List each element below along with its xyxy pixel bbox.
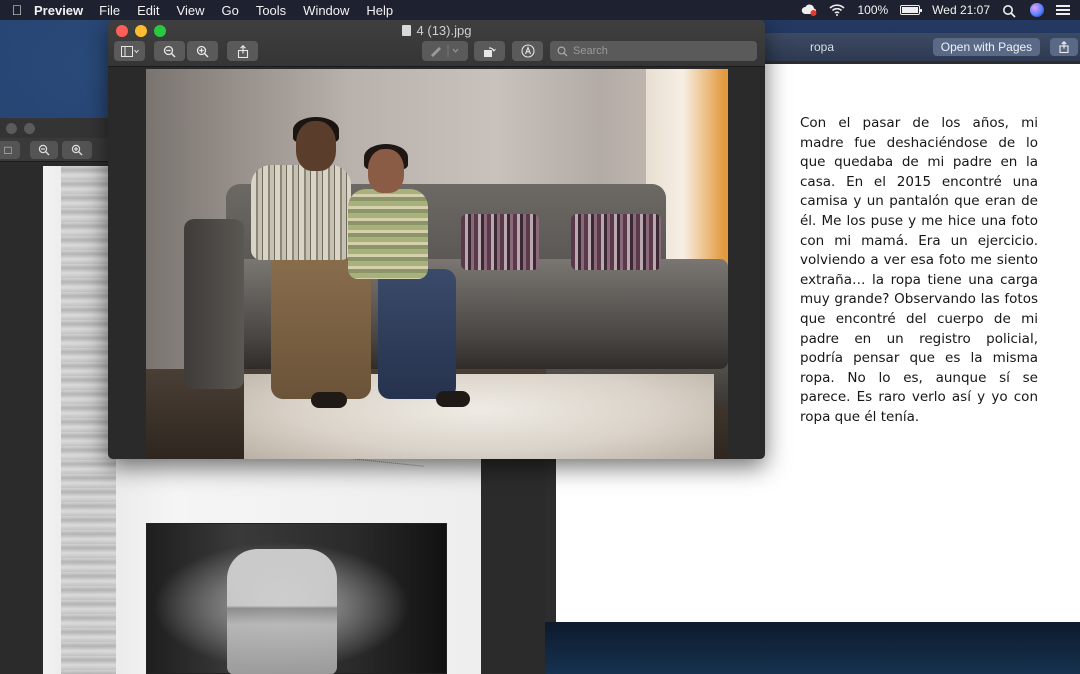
app-menu[interactable]: Preview [34,3,83,18]
document-body-text: Con el pasar de los años, mi madre fue d… [800,115,1038,425]
document-icon [401,25,411,36]
document-title: ropa [810,40,835,54]
photo-person-plaid-shirt [251,165,351,260]
preview-titlebar[interactable]: 4 (13).jpg [108,20,765,67]
annotate-icon[interactable] [512,41,543,61]
sidebar-icon[interactable] [114,41,145,61]
preview-window[interactable]: 4 (13).jpg [108,20,765,459]
menu-window[interactable]: Window [303,3,349,18]
zoom-in-icon[interactable] [187,41,218,61]
photo-striped-pillow [461,214,539,270]
search-icon[interactable] [1002,4,1018,18]
creative-cloud-icon[interactable] [801,4,817,16]
photo-person-shoe [311,392,347,408]
clock[interactable]: Wed 21:07 [932,3,990,17]
sidebar-icon[interactable]: □ [0,141,20,159]
share-icon[interactable] [227,41,258,61]
battery-fill [902,7,919,13]
photo-striped-pillow [571,214,661,270]
status-area: 100% Wed 21:07 [801,0,1070,20]
battery-percent: 100% [857,3,889,17]
photo-person-face [296,121,336,171]
scanned-stamp-mark [332,456,424,482]
zoom-in-icon[interactable] [62,141,92,159]
desktop-water-strip [545,622,1080,674]
rotate-icon[interactable] [474,41,505,61]
share-icon[interactable] [1050,38,1078,56]
menu-help[interactable]: Help [366,3,393,18]
close-button-inactive[interactable] [6,123,17,134]
scanned-figure [227,549,337,674]
menu-bar:  Preview File Edit View Go Tools Window… [0,0,1080,20]
wifi-icon[interactable] [829,4,846,16]
search-input[interactable] [573,45,743,57]
menu-edit[interactable]: Edit [137,3,159,18]
battery-icon[interactable] [900,5,923,15]
apple-menu-icon[interactable]:  [0,2,34,18]
menu-tools[interactable]: Tools [256,3,286,18]
photo-sofa-arm [184,219,244,389]
scanned-police-photo [146,523,447,674]
minimize-button-inactive[interactable] [24,123,35,134]
window-title-text: 4 (13).jpg [416,23,472,38]
siri-icon[interactable] [1030,3,1044,17]
markup-pen-icon[interactable] [422,41,468,61]
control-center-icon[interactable] [1056,5,1070,15]
photo-person-striped-sweater [348,189,428,279]
menu-go[interactable]: Go [221,3,238,18]
photo-person-jeans [378,269,456,399]
photo-person-shoe [436,391,470,407]
zoom-out-icon[interactable] [154,41,185,61]
open-with-pages-button[interactable]: Open with Pages [933,38,1040,56]
displayed-photo [146,69,728,459]
zoom-out-icon[interactable] [30,141,58,159]
window-title: 4 (13).jpg [108,23,765,38]
menu-file[interactable]: File [99,3,120,18]
menu-view[interactable]: View [177,3,205,18]
photo-sofa-seat [184,259,728,369]
photo-person-face [368,149,404,193]
search-icon [557,45,568,56]
search-field[interactable] [550,41,757,61]
